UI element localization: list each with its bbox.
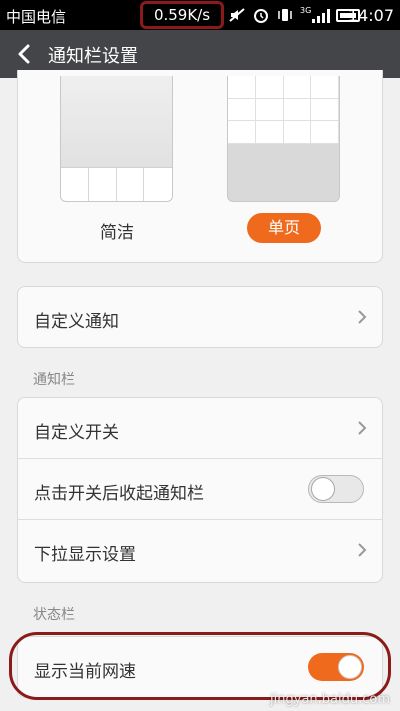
chevron-right-icon [358, 421, 367, 435]
network-speed: 0.59K/s [140, 1, 224, 29]
status-settings-card: 显示当前网速 [17, 636, 383, 698]
custom-notification-label: 自定义通知 [34, 312, 119, 332]
pulldown-display-row[interactable]: 下拉显示设置 [18, 520, 382, 581]
chevron-right-icon [358, 543, 367, 557]
page-title: 通知栏设置 [48, 46, 138, 67]
chevron-left-icon[interactable] [12, 41, 38, 67]
carrier-name: 中国电信 [6, 8, 67, 26]
show-net-speed-toggle[interactable] [308, 653, 364, 681]
chevron-right-icon [358, 310, 367, 324]
custom-switches-row[interactable]: 自定义开关 [18, 398, 382, 459]
toggle-knob [311, 477, 335, 501]
collapse-after-tap-toggle[interactable] [308, 475, 364, 503]
3g-signal-icon: 3G [300, 7, 330, 23]
watermark: jingyan.baidu.com [270, 692, 390, 707]
single-page-style-preview[interactable] [227, 76, 340, 202]
alarm-icon [254, 9, 268, 23]
mute-icon [229, 8, 245, 22]
custom-notification-card: 自定义通知 [17, 286, 383, 348]
simple-style-label[interactable]: 简洁 [100, 218, 134, 243]
collapse-after-tap-label: 点击开关后收起通知栏 [34, 484, 204, 504]
notification-style-card: 简洁 单页 [17, 70, 383, 263]
clock: 14:07 [347, 6, 394, 25]
toggle-knob [338, 655, 362, 679]
show-net-speed-row: 显示当前网速 [18, 637, 382, 698]
simple-style-preview[interactable] [60, 76, 173, 202]
custom-notification-row[interactable]: 自定义通知 [18, 287, 382, 348]
notification-settings-card: 自定义开关 点击开关后收起通知栏 下拉显示设置 [17, 397, 383, 583]
status-bar: 中国电信 0.59K/s 3G 14:07 [0, 0, 400, 30]
pulldown-display-label: 下拉显示设置 [34, 545, 136, 565]
signal-type-label: 3G [300, 6, 312, 15]
collapse-after-tap-row: 点击开关后收起通知栏 [18, 459, 382, 520]
notification-section-header: 通知栏 [33, 372, 75, 388]
status-icons: 3G [228, 5, 360, 25]
single-page-style-button[interactable]: 单页 [247, 213, 321, 243]
custom-switches-label: 自定义开关 [34, 423, 119, 443]
status-section-header: 状态栏 [33, 607, 75, 623]
show-net-speed-label: 显示当前网速 [34, 662, 136, 682]
vibrate-icon [278, 9, 292, 21]
